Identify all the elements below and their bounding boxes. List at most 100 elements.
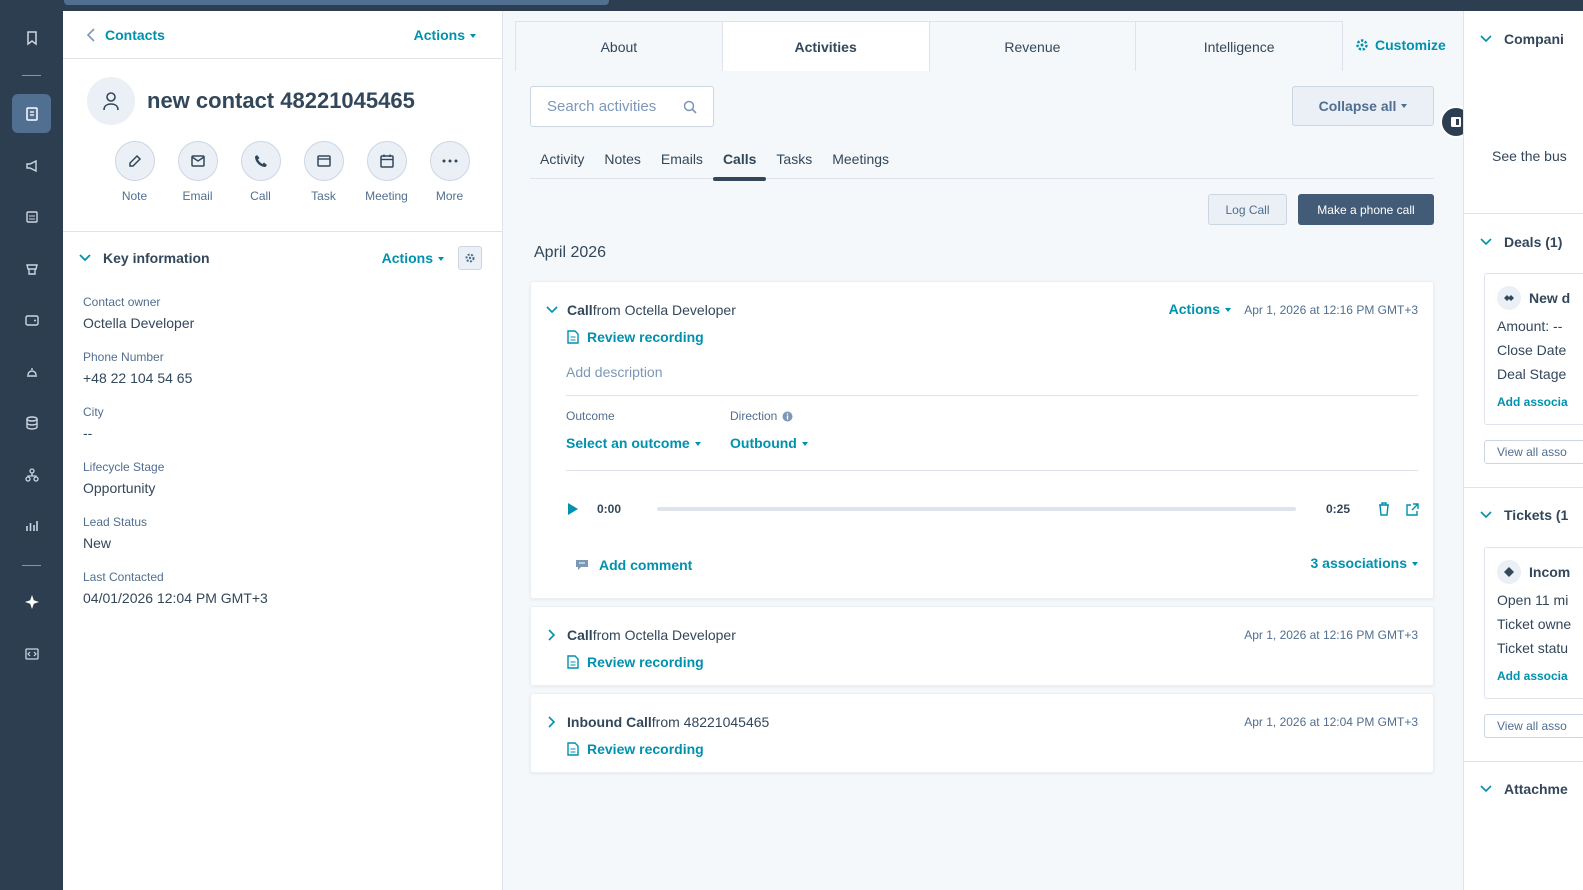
chevron-right-icon[interactable] <box>545 629 559 641</box>
property-last-contacted[interactable]: Last Contacted 04/01/2026 12:04 PM GMT+3 <box>83 570 268 607</box>
call-card-header[interactable]: Inbound Call from 48221045465 <box>545 714 769 730</box>
subtab-emails[interactable]: Emails <box>651 139 713 179</box>
subtab-calls[interactable]: Calls <box>712 139 767 181</box>
call-card-header[interactable]: Call from Octella Developer <box>545 627 736 643</box>
property-value[interactable]: Octella Developer <box>83 315 268 331</box>
property-value[interactable]: +48 22 104 54 65 <box>83 370 268 386</box>
service-bell-icon[interactable] <box>12 352 51 391</box>
quick-actions: Note Email Call Task Meeting More <box>63 125 502 203</box>
subtab-meetings[interactable]: Meetings <box>822 139 899 179</box>
call-card-header[interactable]: Call from Octella Developer <box>545 302 736 318</box>
chevron-down-icon[interactable] <box>79 253 91 262</box>
deal-add-association-link[interactable]: Add associa <box>1497 395 1568 409</box>
property-value[interactable]: -- <box>83 425 268 441</box>
property-label: Contact owner <box>83 295 161 309</box>
associations-label: 3 associations <box>1310 555 1408 571</box>
companies-section-header[interactable]: Compani <box>1464 31 1583 47</box>
ticket-name-link[interactable]: Incom <box>1529 564 1570 580</box>
actions-label: Actions <box>1168 301 1220 317</box>
tab-intelligence[interactable]: Intelligence <box>1136 22 1342 71</box>
subtab-tasks[interactable]: Tasks <box>766 139 822 179</box>
database-icon[interactable] <box>12 403 51 442</box>
make-phone-call-button[interactable]: Make a phone call <box>1298 194 1434 225</box>
external-link-icon[interactable] <box>1406 502 1419 516</box>
subtab-notes[interactable]: Notes <box>594 139 651 179</box>
commerce-icon[interactable] <box>12 249 51 288</box>
reports-icon[interactable] <box>12 506 51 545</box>
more-action[interactable]: More <box>418 141 481 203</box>
review-recording-link[interactable]: Review recording <box>567 654 704 670</box>
contacts-icon[interactable] <box>12 94 51 133</box>
property-city[interactable]: City -- <box>83 405 268 442</box>
info-icon[interactable] <box>782 411 793 422</box>
chevron-right-icon[interactable] <box>545 716 559 728</box>
tab-about[interactable]: About <box>516 22 723 71</box>
log-call-button[interactable]: Log Call <box>1208 194 1287 225</box>
email-action[interactable]: Email <box>166 141 229 203</box>
review-recording-link[interactable]: Review recording <box>567 329 704 345</box>
view-all-deals-button[interactable]: View all asso <box>1484 440 1583 464</box>
collapse-all-button[interactable]: Collapse all <box>1292 86 1434 126</box>
wallet-icon[interactable] <box>12 300 51 339</box>
meeting-action[interactable]: Meeting <box>355 141 418 203</box>
deal-name-link[interactable]: New d <box>1529 290 1570 306</box>
global-search-bar[interactable] <box>64 0 609 5</box>
property-phone-number[interactable]: Phone Number +48 22 104 54 65 <box>83 350 268 387</box>
megaphone-icon[interactable] <box>12 146 51 185</box>
task-action[interactable]: Task <box>292 141 355 203</box>
ticket-add-association-link[interactable]: Add associa <box>1497 669 1568 683</box>
outcome-select[interactable]: Select an outcome <box>566 435 701 451</box>
call-action[interactable]: Call <box>229 141 292 203</box>
direction-select[interactable]: Outbound <box>730 435 808 451</box>
property-value[interactable]: 04/01/2026 12:04 PM GMT+3 <box>83 590 268 606</box>
call-actions-dropdown[interactable]: Actions <box>1169 301 1231 317</box>
add-description-field[interactable]: Add description <box>566 364 663 380</box>
property-lead-status[interactable]: Lead Status New <box>83 515 268 552</box>
key-information-title[interactable]: Key information <box>103 250 382 266</box>
deals-section-header[interactable]: Deals (1) <box>1464 234 1583 250</box>
property-contact-owner[interactable]: Contact owner Octella Developer <box>83 295 268 332</box>
month-heading: April 2026 <box>534 244 607 261</box>
record-tabs: About Activities Revenue Intelligence <box>515 21 1343 71</box>
caret-down-icon <box>1412 562 1418 567</box>
contact-name[interactable]: new contact 48221045465 <box>147 88 415 114</box>
sparkle-icon[interactable] <box>12 582 51 621</box>
customize-button[interactable]: Customize <box>1355 37 1446 53</box>
code-icon[interactable] <box>12 634 51 673</box>
tickets-section-header[interactable]: Tickets (1 <box>1464 507 1583 523</box>
bookmark-icon[interactable] <box>12 18 51 57</box>
key-information-actions[interactable]: Actions <box>382 250 444 266</box>
note-action[interactable]: Note <box>103 141 166 203</box>
contact-actions-dropdown[interactable]: Actions <box>414 27 476 43</box>
comment-icon <box>576 560 588 570</box>
property-label: Phone Number <box>83 350 164 364</box>
settings-button[interactable] <box>458 245 482 270</box>
associations-dropdown[interactable]: 3 associations <box>1310 555 1418 571</box>
add-comment-button[interactable]: Add comment <box>575 557 692 573</box>
call-label: Call <box>250 189 271 203</box>
tab-activities[interactable]: Activities <box>722 22 930 71</box>
property-value[interactable]: Opportunity <box>83 480 268 496</box>
call-activity-card: Call from Octella Developer Apr 1, 2026 … <box>530 606 1434 686</box>
player-progress-track[interactable] <box>657 507 1296 511</box>
companies-title: Compani <box>1504 31 1564 47</box>
view-all-tickets-button[interactable]: View all asso <box>1484 714 1583 738</box>
play-icon[interactable] <box>567 502 579 516</box>
search-activities-input[interactable]: Search activities <box>530 86 714 127</box>
key-information-header: Key information Actions <box>63 231 502 283</box>
call-timestamp: Apr 1, 2026 at 12:16 PM GMT+3 <box>1244 628 1418 642</box>
review-recording-link[interactable]: Review recording <box>567 741 704 757</box>
trash-icon[interactable] <box>1378 502 1390 516</box>
property-value[interactable]: New <box>83 535 268 551</box>
chevron-down-icon[interactable] <box>545 306 559 314</box>
org-chart-icon[interactable] <box>12 455 51 494</box>
attachments-section-header[interactable]: Attachme <box>1464 781 1583 797</box>
tab-revenue[interactable]: Revenue <box>929 22 1137 71</box>
caret-down-icon <box>694 442 701 447</box>
back-to-contacts-link[interactable]: Contacts <box>87 27 165 43</box>
property-lifecycle-stage[interactable]: Lifecycle Stage Opportunity <box>83 460 268 497</box>
avatar[interactable] <box>87 77 135 125</box>
review-recording-label: Review recording <box>587 741 704 757</box>
subtab-activity[interactable]: Activity <box>530 139 594 179</box>
document-icon[interactable] <box>12 197 51 236</box>
